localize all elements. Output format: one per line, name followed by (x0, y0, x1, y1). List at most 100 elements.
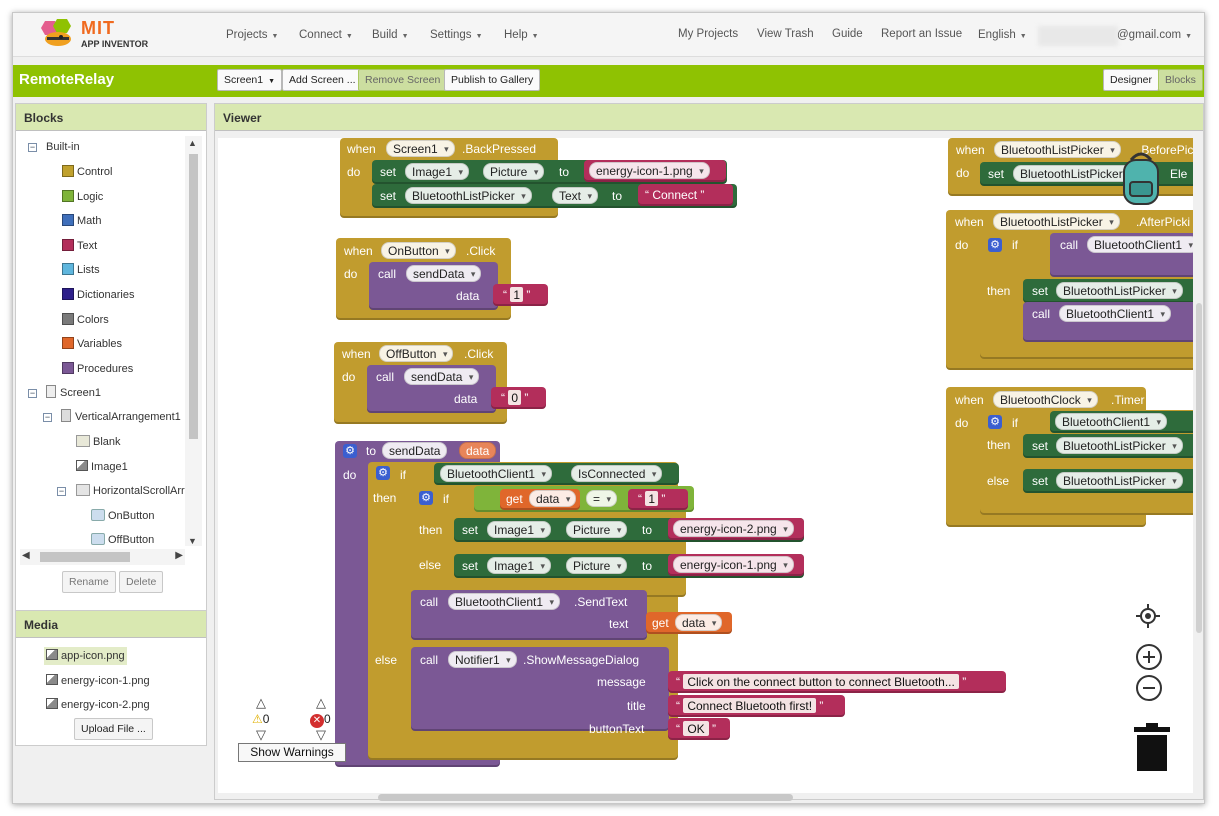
procedure-dropdown-senddata[interactable]: sendData (406, 265, 482, 282)
builtin-category-procedures[interactable]: Procedures (62, 361, 133, 377)
component-dropdown-image1[interactable]: Image1 (405, 163, 470, 180)
component-dropdown-image1[interactable]: Image1 (487, 521, 552, 538)
builtin-category-colors[interactable]: Colors (62, 312, 109, 328)
scroll-down-icon[interactable]: ▼ (188, 536, 197, 546)
zoom-in-icon[interactable] (1135, 643, 1163, 671)
menu-projects[interactable]: Projects ▼ (226, 29, 278, 41)
prev-error-icon[interactable]: △ (312, 696, 330, 710)
tree-blank[interactable]: Blank (76, 434, 121, 450)
tree-hscroll-thumb[interactable] (40, 552, 130, 562)
show-warnings-button[interactable]: Show Warnings (238, 743, 346, 762)
tree-scroll-thumb[interactable] (189, 154, 198, 439)
upload-file-button[interactable]: Upload File ... (74, 718, 153, 740)
builtin-category-text[interactable]: Text (62, 238, 97, 254)
gear-icon[interactable]: ⚙ (376, 466, 390, 480)
add-screen-button[interactable]: Add Screen ... (282, 69, 363, 91)
collapse-vertical-toggle[interactable]: − (43, 413, 52, 422)
component-dropdown-btclient[interactable]: BluetoothClient1 (1087, 236, 1193, 253)
asset-dropdown-energy-1[interactable]: energy-icon-1.png (673, 556, 794, 573)
prev-warning-icon[interactable]: △ (252, 696, 270, 710)
publish-gallery-button[interactable]: Publish to Gallery (444, 69, 541, 91)
tree-screen1[interactable]: Screen1 (46, 385, 101, 401)
component-dropdown-btlistpicker[interactable]: BluetoothListPicker (994, 141, 1121, 158)
component-dropdown-btlistpicker[interactable]: BluetoothListPicker (1056, 437, 1183, 454)
language-menu[interactable]: English ▼ (978, 29, 1027, 41)
zoom-out-icon[interactable] (1135, 674, 1163, 702)
mit-app-inventor-logo[interactable]: MIT APP INVENTOR (37, 15, 167, 53)
component-dropdown-btlistpicker[interactable]: BluetoothListPicker (405, 187, 532, 204)
builtin-category-dictionaries[interactable]: Dictionaries (62, 287, 134, 303)
blocks-button[interactable]: Blocks (1158, 69, 1203, 91)
gear-icon[interactable]: ⚙ (419, 491, 433, 505)
tree-offbutton[interactable]: OffButton (91, 532, 154, 548)
component-dropdown-btclock[interactable]: BluetoothClock (993, 391, 1098, 408)
var-dropdown-data[interactable]: data (675, 614, 723, 631)
rename-button[interactable]: Rename (62, 571, 116, 593)
blocks-workspace[interactable]: when Screen1 .BackPressed do set Image1 … (218, 138, 1193, 793)
scroll-up-icon[interactable]: ▲ (188, 138, 197, 148)
builtin-category-lists[interactable]: Lists (62, 262, 100, 278)
gear-icon[interactable]: ⚙ (988, 415, 1002, 429)
link-my-projects[interactable]: My Projects (678, 28, 738, 40)
tree-onbutton[interactable]: OnButton (91, 508, 154, 524)
component-dropdown-btclient[interactable]: BluetoothClient1 (1055, 413, 1168, 430)
builtin-category-logic[interactable]: Logic (62, 189, 103, 205)
tree-horizontal-scrollbar[interactable]: ◀ ▶ (20, 549, 185, 565)
component-dropdown-btclient[interactable]: BluetoothClient1 (448, 593, 561, 610)
tree-vertical-arrangement[interactable]: VerticalArrangement1 (61, 409, 181, 425)
procedure-dropdown-senddata[interactable]: sendData (404, 368, 480, 385)
component-dropdown-btclient[interactable]: BluetoothClient1 (1059, 305, 1172, 322)
component-dropdown-offbutton[interactable]: OffButton (379, 345, 454, 362)
builtin-category-control[interactable]: Control (62, 164, 112, 180)
scroll-left-icon[interactable]: ◀ (22, 550, 30, 561)
component-dropdown-image1[interactable]: Image1 (487, 557, 552, 574)
menu-help[interactable]: Help ▼ (504, 29, 539, 41)
tree-builtin[interactable]: Built-in (46, 139, 80, 155)
component-dropdown-btlistpicker[interactable]: BluetoothListPicker (993, 213, 1120, 230)
menu-connect[interactable]: Connect ▼ (299, 29, 353, 41)
procedure-name-senddata[interactable]: sendData (382, 442, 448, 459)
component-dropdown-btclient[interactable]: BluetoothClient1 (440, 465, 553, 482)
compare-op-dropdown[interactable]: = (586, 490, 618, 507)
backpack-icon[interactable] (1116, 148, 1166, 208)
media-file-energy-1[interactable]: energy-icon-1.png (46, 672, 150, 690)
link-report-issue[interactable]: Report an Issue (881, 28, 962, 40)
next-warning-icon[interactable]: ▽ (252, 728, 270, 742)
workspace-vertical-scrollbar[interactable] (1196, 303, 1202, 633)
remove-screen-button[interactable]: Remove Screen (358, 69, 448, 91)
property-dropdown-text[interactable]: Text (552, 187, 599, 204)
asset-dropdown-energy-1[interactable]: energy-icon-1.png (589, 162, 710, 179)
tree-horizontal-scroll[interactable]: HorizontalScrollArr (76, 483, 185, 499)
component-dropdown-onbutton[interactable]: OnButton (381, 242, 456, 259)
media-file-energy-2[interactable]: energy-icon-2.png (46, 696, 150, 714)
next-error-icon[interactable]: ▽ (312, 728, 330, 742)
collapse-horizontal-toggle[interactable]: − (57, 487, 66, 496)
property-dropdown-isconnected[interactable]: IsConnected (571, 465, 663, 482)
delete-button[interactable]: Delete (119, 571, 164, 593)
link-guide[interactable]: Guide (832, 28, 863, 40)
workspace-horizontal-scrollbar[interactable] (378, 794, 793, 801)
builtin-category-math[interactable]: Math (62, 213, 101, 229)
component-dropdown-notifier[interactable]: Notifier1 (448, 651, 517, 668)
tree-vertical-scrollbar[interactable]: ▲ ▼ (185, 136, 202, 546)
component-dropdown-btlistpicker[interactable]: BluetoothListPicker (1056, 472, 1183, 489)
tree-image1[interactable]: Image1 (76, 459, 128, 475)
var-dropdown-data[interactable]: data (529, 490, 577, 507)
designer-button[interactable]: Designer (1103, 69, 1160, 91)
link-view-trash[interactable]: View Trash (757, 28, 814, 40)
collapse-screen1-toggle[interactable]: − (28, 389, 37, 398)
procedure-param-data[interactable]: data (459, 442, 497, 459)
component-dropdown-btlistpicker[interactable]: BluetoothListPicker (1056, 282, 1183, 299)
gear-icon[interactable]: ⚙ (988, 238, 1002, 252)
property-dropdown-picture[interactable]: Picture (566, 521, 628, 538)
asset-dropdown-energy-2[interactable]: energy-icon-2.png (673, 520, 794, 537)
collapse-builtin-toggle[interactable]: − (28, 143, 37, 152)
media-file-app-icon[interactable]: app-icon.png (44, 647, 127, 665)
scroll-right-icon[interactable]: ▶ (175, 550, 183, 561)
recenter-icon[interactable] (1135, 603, 1161, 629)
component-dropdown-screen1[interactable]: Screen1 (386, 140, 455, 157)
screen-selector[interactable]: Screen1 ▼ (217, 69, 283, 91)
property-dropdown-picture[interactable]: Picture (483, 163, 545, 180)
menu-build[interactable]: Build ▼ (372, 29, 409, 41)
builtin-category-variables[interactable]: Variables (62, 336, 122, 352)
